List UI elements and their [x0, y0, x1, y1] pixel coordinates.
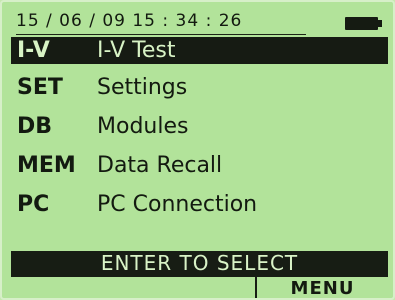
softkey-row: MENU [11, 275, 388, 299]
battery-icon [345, 17, 378, 30]
menu-item-label: Modules [97, 114, 189, 139]
menu-softkey-label: MENU [290, 278, 355, 299]
instruction-text: ENTER TO SELECT [100, 251, 299, 275]
lcd-screen: 15 / 06 / 09 15 : 34 : 26 I-V I-V Test S… [0, 0, 395, 300]
menu-item-label: Data Recall [97, 153, 223, 178]
menu-softkey[interactable]: MENU [257, 277, 388, 299]
menu-item-code: I-V [17, 38, 50, 63]
menu-item-data-recall[interactable]: MEM Data Recall [11, 146, 388, 185]
menu-item-code: MEM [17, 153, 76, 178]
menu-item-pc-connection[interactable]: PC PC Connection [11, 185, 388, 224]
battery-tip-icon [378, 20, 382, 27]
menu-item-label: PC Connection [97, 192, 258, 217]
menu-item-label: I-V Test [97, 38, 176, 63]
datetime-display: 15 / 06 / 09 15 : 34 : 26 [16, 11, 243, 31]
main-menu: I-V I-V Test SET Settings DB Modules MEM… [11, 37, 388, 224]
menu-item-settings[interactable]: SET Settings [11, 68, 388, 107]
menu-item-label: Settings [97, 75, 188, 100]
menu-item-code: DB [17, 114, 53, 139]
instruction-bar: ENTER TO SELECT [11, 251, 388, 275]
menu-item-code: SET [17, 75, 63, 100]
footer: ENTER TO SELECT MENU [11, 251, 388, 299]
menu-item-code: PC [17, 192, 50, 217]
menu-item-iv-test[interactable]: I-V I-V Test [11, 37, 388, 64]
status-bar: 15 / 06 / 09 15 : 34 : 26 [16, 10, 386, 36]
menu-item-modules[interactable]: DB Modules [11, 107, 388, 146]
status-separator [16, 34, 306, 35]
